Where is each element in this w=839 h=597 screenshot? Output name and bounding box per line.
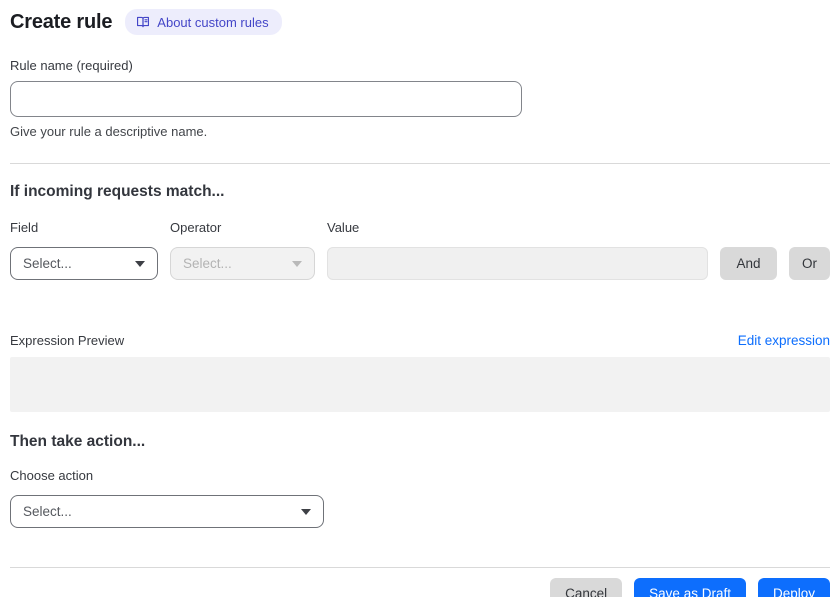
chevron-down-icon [135,260,145,267]
footer-divider [10,567,830,568]
field-select-placeholder: Select... [23,256,72,271]
match-builder-row: Field Select... Operator Select... Value… [10,220,830,280]
edit-expression-link[interactable]: Edit expression [738,333,830,348]
about-custom-rules-badge[interactable]: About custom rules [125,9,282,35]
section-divider [10,163,830,164]
deploy-button[interactable]: Deploy [757,578,830,597]
or-button[interactable]: Or [789,247,830,280]
value-label: Value [327,220,360,235]
chevron-down-icon [292,260,302,267]
operator-select[interactable]: Select... [170,247,315,280]
expression-preview-label: Expression Preview [10,333,125,348]
rule-name-label: Rule name (required) [10,58,133,73]
badge-label: About custom rules [157,14,269,30]
page-title: Create rule [10,10,113,33]
choose-action-select[interactable]: Select... [10,495,324,528]
chevron-down-icon [301,508,311,515]
book-icon [136,15,150,29]
action-section-heading: Then take action... [10,433,146,450]
operator-select-placeholder: Select... [183,256,232,271]
choose-action-label: Choose action [10,468,94,483]
header: Create rule About custom rules [10,9,830,35]
field-column: Field Select... [10,220,158,280]
value-column: Value [327,220,708,280]
rule-name-helper: Give your rule a descriptive name. [10,124,208,139]
and-button[interactable]: And [720,247,777,280]
match-section-heading: If incoming requests match... [10,183,225,200]
cancel-button[interactable]: Cancel [550,578,623,597]
field-select[interactable]: Select... [10,247,158,280]
field-label: Field [10,220,39,235]
choose-action-placeholder: Select... [23,504,72,519]
rule-name-input[interactable] [10,81,522,117]
footer-actions: Cancel Save as Draft Deploy [10,578,830,597]
create-rule-form: Create rule About custom rules Rule name… [0,0,839,597]
save-as-draft-button[interactable]: Save as Draft [634,578,746,597]
operator-label: Operator [170,220,222,235]
operator-column: Operator Select... [170,220,315,280]
expression-header-row: Expression Preview Edit expression [10,333,830,348]
expression-preview-box [10,357,830,412]
value-input[interactable] [327,247,708,280]
